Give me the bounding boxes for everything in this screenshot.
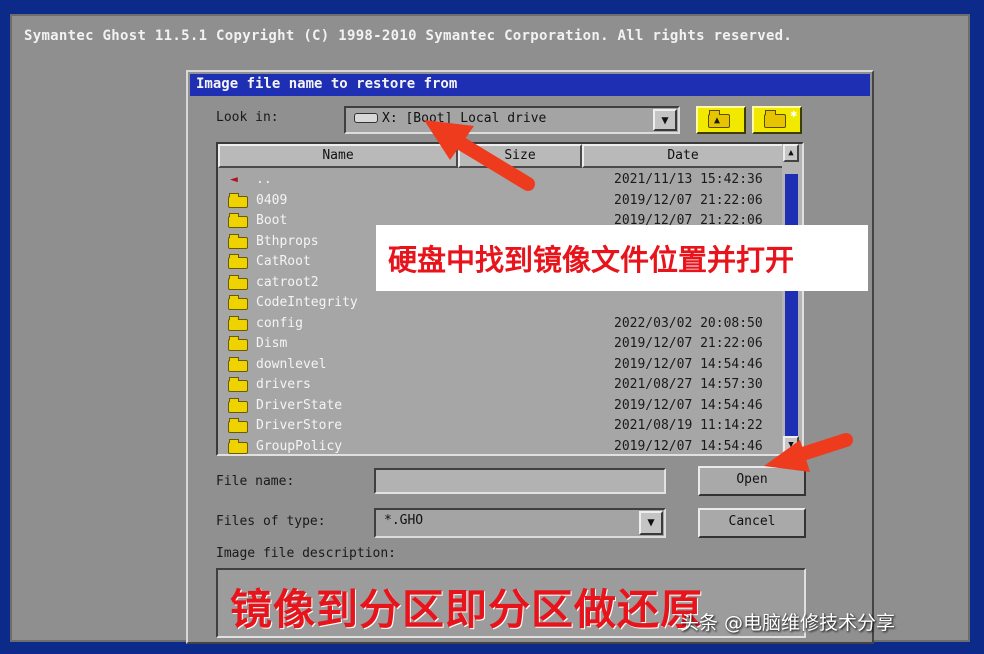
arrow-to-look-in-icon — [424, 120, 535, 191]
annotation-arrows — [424, 120, 853, 472]
watermark: 头条 @电脑维修技术分享 — [680, 612, 896, 634]
arrow-to-open-icon — [764, 433, 853, 472]
